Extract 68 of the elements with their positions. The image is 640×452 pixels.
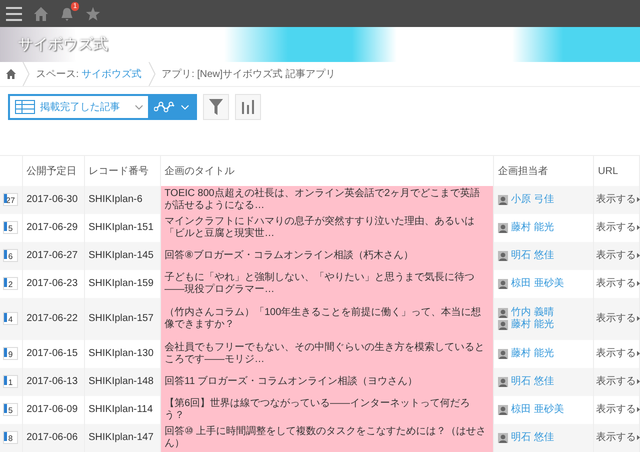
show-link[interactable]: 表示する bbox=[596, 404, 636, 415]
table-cell: SHIKIplan-6 bbox=[84, 186, 160, 214]
menu-icon[interactable] bbox=[6, 6, 22, 20]
bar-chart-icon bbox=[242, 100, 254, 114]
home-icon[interactable] bbox=[34, 6, 48, 20]
table-cell: 2017-06-06 bbox=[22, 424, 84, 452]
table-cell: SHIKIplan-148 bbox=[84, 368, 160, 396]
caret-icon bbox=[181, 104, 189, 110]
calendar-icon[interactable]: 8 bbox=[3, 431, 18, 444]
table-cell: SHIKIplan-145 bbox=[84, 242, 160, 270]
calendar-icon[interactable]: 2 bbox=[3, 277, 18, 290]
caret-icon bbox=[637, 197, 640, 202]
avatar-icon bbox=[498, 377, 508, 387]
avatar-icon bbox=[498, 195, 508, 205]
caret-icon bbox=[637, 407, 640, 412]
caret-icon bbox=[637, 253, 640, 258]
space-title: サイボウズ式 bbox=[18, 35, 108, 54]
avatar-icon bbox=[498, 405, 508, 415]
avatar-icon bbox=[498, 223, 508, 233]
filter-button[interactable] bbox=[203, 94, 229, 120]
calendar-icon[interactable]: 9 bbox=[3, 347, 18, 360]
show-link[interactable]: 表示する bbox=[596, 222, 636, 233]
caret-icon bbox=[637, 225, 640, 230]
table-cell: 会社員でもフリーでもない、その中間ぐらいの生き方を模索しているところです――モリジ… bbox=[160, 340, 494, 368]
star-icon[interactable] bbox=[86, 6, 100, 20]
bell-icon[interactable] bbox=[60, 6, 74, 20]
show-link[interactable]: 表示する bbox=[596, 278, 636, 289]
chevron-separator-icon bbox=[22, 62, 30, 86]
caret-icon bbox=[637, 435, 640, 440]
avatar-icon bbox=[498, 349, 508, 359]
calendar-icon[interactable]: 6 bbox=[3, 249, 18, 262]
caret-icon bbox=[637, 351, 640, 356]
table-cell: 子どもに「やれ」と強制しない、「やりたい」と思うまで気長に待つ――現役プログラマー… bbox=[160, 270, 494, 298]
calendar-icon[interactable]: 5 bbox=[3, 221, 18, 234]
table-cell: 2017-06-30 bbox=[22, 186, 84, 214]
table-cell: 回答⑩ 上手に時間調整をして複数のタスクをこなすためには？（はせさん） bbox=[160, 424, 494, 452]
calendar-icon[interactable]: 4 bbox=[3, 312, 18, 325]
breadcrumb-item: アプリ: [New]サイボウズ式 記事アプリ bbox=[162, 68, 336, 81]
caret-icon bbox=[135, 104, 143, 110]
avatar-icon bbox=[498, 433, 508, 443]
caret-icon bbox=[637, 379, 640, 384]
chevron-separator-icon bbox=[148, 62, 156, 86]
table-cell: 2017-06-27 bbox=[22, 242, 84, 270]
table-cell: 回答⑧ブロガーズ・コラムオンライン相談（朽木さん） bbox=[160, 242, 494, 270]
breadcrumb-item[interactable]: スペース: サイボウズ式 bbox=[36, 67, 142, 81]
table-cell: 2017-06-22 bbox=[22, 298, 84, 340]
line-graph-icon bbox=[154, 101, 176, 113]
avatar-icon bbox=[498, 251, 508, 261]
table-cell: 2017-06-13 bbox=[22, 368, 84, 396]
table-icon bbox=[15, 100, 35, 114]
table-cell: SHIKIplan-147 bbox=[84, 424, 160, 452]
table-cell: 【第6回】世界は線でつながっている――インターネットって何だろう？ bbox=[160, 396, 494, 424]
table-cell: 回答11 ブロガーズ・コラムオンライン相談（ヨウさん） bbox=[160, 368, 494, 396]
home-icon[interactable] bbox=[6, 69, 16, 79]
avatar-icon bbox=[498, 308, 508, 318]
avatar-icon bbox=[498, 320, 508, 330]
avatar-icon bbox=[498, 279, 508, 289]
table-cell: マインクラフトにドハマりの息子が突然すすり泣いた理由、あるいは「ビルと豆腐と現実世… bbox=[160, 214, 494, 242]
graph-button[interactable] bbox=[235, 94, 261, 120]
calendar-icon[interactable]: 5 bbox=[3, 403, 18, 416]
caret-icon bbox=[637, 281, 640, 286]
table-cell: TOEIC 800点超えの社長は、オンライン英会話で2ヶ月でどこまで英語が話せるようになる… bbox=[160, 186, 494, 214]
filter-icon bbox=[209, 99, 223, 115]
table-cell: SHIKIplan-157 bbox=[84, 298, 160, 340]
calendar-icon[interactable]: 1 bbox=[3, 375, 18, 388]
table-cell: （竹内さんコラム）「100年生きることを前提に働く」って、本当に想像できますか？ bbox=[160, 298, 494, 340]
caret-icon bbox=[637, 316, 640, 321]
show-link[interactable]: 表示する bbox=[596, 348, 636, 359]
